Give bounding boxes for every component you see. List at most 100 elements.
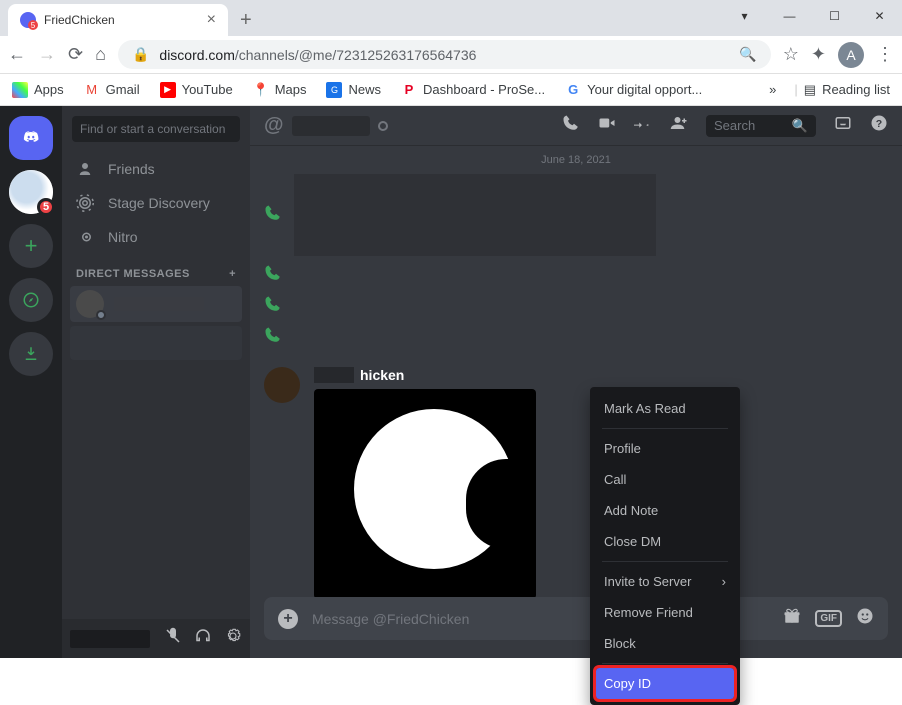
- discord-favicon-icon: [20, 12, 36, 28]
- explore-servers-button[interactable]: [9, 278, 53, 322]
- date-divider: June 18, 2021: [264, 150, 888, 170]
- inbox-button[interactable]: [834, 114, 852, 137]
- add-note-item[interactable]: Add Note: [596, 495, 734, 526]
- more-bookmarks-icon[interactable]: »: [769, 82, 776, 97]
- news-icon: G: [326, 82, 342, 98]
- browser-tab[interactable]: FriedChicken ×: [8, 4, 228, 36]
- apps-bookmark[interactable]: Apps: [12, 82, 64, 98]
- digital-bookmark[interactable]: GYour digital opport...: [565, 82, 702, 98]
- svg-text:?: ?: [876, 118, 882, 130]
- dm-item[interactable]: [70, 326, 242, 360]
- maps-bookmark[interactable]: 📍Maps: [253, 82, 307, 98]
- find-conversation-input[interactable]: Find or start a conversation: [72, 116, 240, 142]
- profile-item[interactable]: Profile: [596, 433, 734, 464]
- recipient-status-icon: [378, 121, 388, 131]
- create-dm-button[interactable]: +: [229, 268, 236, 280]
- add-friends-button[interactable]: [670, 114, 688, 137]
- close-dm-item[interactable]: Close DM: [596, 526, 734, 557]
- bookmarks-bar: Apps MGmail ▶YouTube 📍Maps GNews PDashbo…: [0, 74, 902, 106]
- maps-icon: 📍: [253, 82, 269, 98]
- author-name-partial[interactable]: hicken: [360, 367, 404, 383]
- youtube-bookmark[interactable]: ▶YouTube: [160, 82, 233, 98]
- voice-call-button[interactable]: [562, 114, 580, 137]
- dropdown-icon[interactable]: ▾: [722, 0, 767, 32]
- home-button[interactable]: ⌂: [95, 44, 106, 65]
- settings-button[interactable]: [224, 627, 242, 650]
- call-icon: [264, 204, 282, 227]
- call-icon: [264, 264, 282, 287]
- dm-section-header: DIRECT MESSAGES +: [62, 254, 250, 284]
- server-avatar[interactable]: 5: [9, 170, 53, 214]
- image-attachment[interactable]: [314, 389, 536, 597]
- gift-button[interactable]: [783, 607, 801, 630]
- compass-icon: [22, 291, 40, 309]
- server-sidebar: 5 +: [0, 106, 62, 658]
- reload-button[interactable]: ⟳: [68, 44, 83, 65]
- pinterest-icon: P: [401, 82, 417, 98]
- maximize-button[interactable]: ☐: [812, 0, 857, 32]
- mute-mic-button[interactable]: [164, 627, 182, 650]
- extensions-button[interactable]: ✦: [811, 44, 826, 65]
- call-icon: [264, 326, 282, 349]
- menu-button[interactable]: ⋮: [876, 44, 894, 65]
- dm-avatar: [76, 290, 104, 318]
- dm-username: [114, 297, 204, 311]
- download-icon: [22, 345, 40, 363]
- address-bar[interactable]: 🔒 discord.com/channels/@me/7231252631765…: [118, 40, 771, 69]
- close-window-button[interactable]: ✕: [857, 0, 902, 32]
- attach-button[interactable]: +: [278, 609, 298, 629]
- gmail-bookmark[interactable]: MGmail: [84, 82, 140, 98]
- message-input[interactable]: + Message @FriedChicken GIF: [264, 597, 888, 640]
- chevron-right-icon: ›: [722, 574, 726, 589]
- dm-item[interactable]: [70, 286, 242, 322]
- zoom-icon[interactable]: 🔍: [739, 46, 756, 63]
- back-button[interactable]: ←: [8, 44, 26, 65]
- chat-header: @ Search 🔍 ?: [250, 106, 902, 146]
- gif-button[interactable]: GIF: [815, 610, 842, 627]
- friends-nav[interactable]: Friends: [62, 152, 250, 186]
- news-bookmark[interactable]: GNews: [326, 82, 381, 98]
- chat-body[interactable]: June 18, 2021 hicken vide476.7: [250, 146, 902, 597]
- new-tab-button[interactable]: +: [240, 9, 252, 32]
- gmail-icon: M: [84, 82, 100, 98]
- user-panel: [62, 619, 250, 658]
- channel-sidebar: Find or start a conversation Friends Sta…: [62, 106, 250, 658]
- friends-icon: [76, 160, 94, 178]
- nitro-nav[interactable]: Nitro: [62, 220, 250, 254]
- message-avatar[interactable]: [264, 367, 300, 403]
- stage-discovery-nav[interactable]: Stage Discovery: [62, 186, 250, 220]
- user-context-menu: Mark As Read Profile Call Add Note Close…: [590, 387, 740, 705]
- mark-as-read-item[interactable]: Mark As Read: [596, 393, 734, 424]
- profile-avatar[interactable]: A: [838, 42, 864, 68]
- invite-to-server-item[interactable]: Invite to Server›: [596, 566, 734, 597]
- video-call-button[interactable]: [598, 114, 616, 137]
- download-apps-button[interactable]: [9, 332, 53, 376]
- search-input[interactable]: Search 🔍: [706, 115, 816, 137]
- dashboard-bookmark[interactable]: PDashboard - ProSe...: [401, 82, 545, 98]
- help-button[interactable]: ?: [870, 114, 888, 137]
- call-item[interactable]: Call: [596, 464, 734, 495]
- deafen-button[interactable]: [194, 627, 212, 650]
- youtube-icon: ▶: [160, 82, 176, 98]
- notification-badge: 5: [37, 198, 55, 216]
- remove-friend-item[interactable]: Remove Friend: [596, 597, 734, 628]
- discord-logo-icon: [22, 129, 40, 147]
- home-button[interactable]: [9, 116, 53, 160]
- chat-main: @ Search 🔍 ? June 18, 2021: [250, 106, 902, 658]
- apps-icon: [12, 82, 28, 98]
- status-indicator: [96, 310, 106, 320]
- copy-id-item[interactable]: Copy ID: [596, 668, 734, 699]
- minimize-button[interactable]: —: [767, 0, 812, 32]
- block-item[interactable]: Block: [596, 628, 734, 659]
- favorite-button[interactable]: ☆: [783, 44, 799, 65]
- message-row: hicken vide476.7: [264, 353, 888, 597]
- emoji-button[interactable]: [856, 607, 874, 630]
- reading-list-button[interactable]: Reading list: [822, 82, 890, 97]
- close-tab-icon[interactable]: ×: [207, 11, 216, 29]
- pinned-button[interactable]: [634, 114, 652, 137]
- url-domain: discord.com: [159, 47, 234, 63]
- lock-icon: 🔒: [132, 46, 149, 63]
- add-server-button[interactable]: +: [9, 224, 53, 268]
- current-user[interactable]: [70, 630, 150, 648]
- forward-button[interactable]: →: [38, 44, 56, 65]
